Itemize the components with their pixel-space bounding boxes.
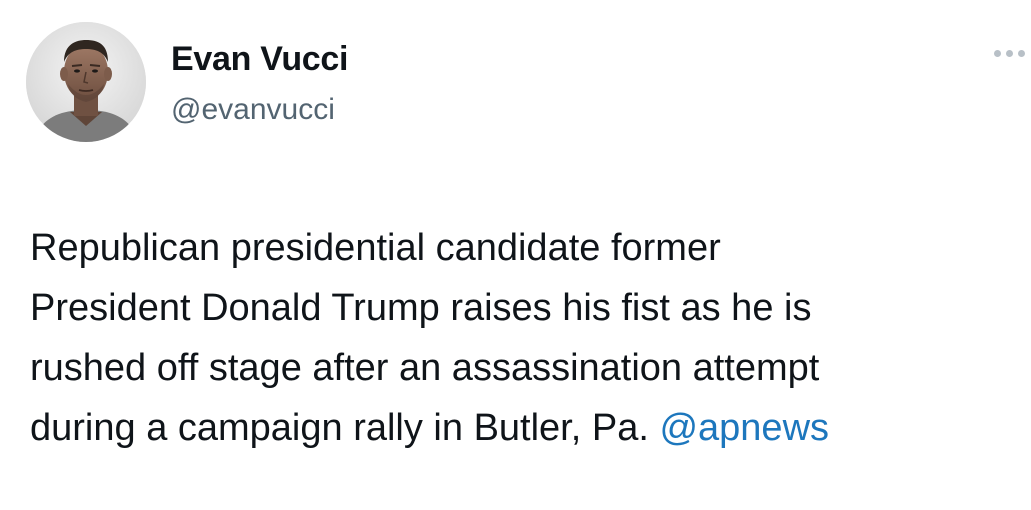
mention-link[interactable]: @apnews (659, 407, 829, 449)
tweet-text-line: rushed off stage after an assassination … (30, 347, 820, 389)
author-handle[interactable]: @evanvucci (171, 93, 335, 127)
avatar[interactable] (26, 22, 146, 142)
tweet-text-line: Republican presidential candidate former (30, 227, 721, 269)
dot-icon (1018, 49, 1025, 57)
ellipsis-icon[interactable] (994, 46, 1030, 60)
tweet-text-line: during a campaign rally in Butler, Pa. (30, 407, 660, 449)
tweet-text-line: President Donald Trump raises his fist a… (30, 287, 812, 329)
author-name[interactable]: Evan Vucci (171, 40, 348, 78)
dot-icon (994, 49, 1001, 57)
dot-icon (1006, 49, 1013, 57)
profile-photo-avatar-icon (26, 22, 146, 142)
tweet-card: Evan Vucci @evanvucci Republican preside… (0, 0, 1031, 510)
tweet-text: Republican presidential candidate former… (30, 218, 1025, 458)
